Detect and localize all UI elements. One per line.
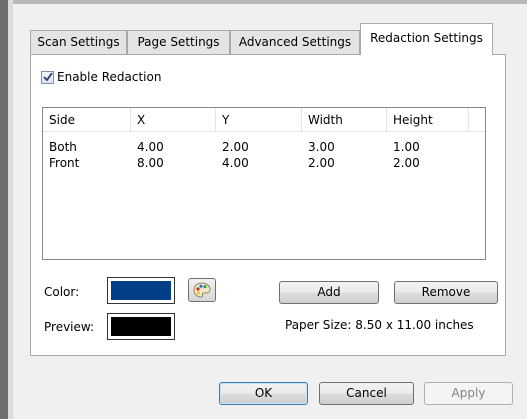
color-swatch-button[interactable] <box>107 277 175 304</box>
cell-y: 4.00 <box>222 156 249 170</box>
color-swatch <box>111 281 171 300</box>
table-row[interactable]: Both 4.00 2.00 3.00 1.00 <box>43 139 485 155</box>
cell-y: 2.00 <box>222 140 249 154</box>
enable-redaction-checkbox[interactable]: Enable Redaction <box>41 69 161 85</box>
enable-redaction-label: Enable Redaction <box>57 70 162 84</box>
checkbox-box[interactable] <box>41 70 54 84</box>
palette-icon <box>193 282 211 298</box>
cancel-button[interactable]: Cancel <box>319 382 414 405</box>
color-label: Color: <box>44 285 80 299</box>
list-header: Side X Y Width Height <box>43 108 485 132</box>
cell-side: Front <box>49 156 80 170</box>
column-header-width[interactable]: Width <box>302 108 387 132</box>
preview-swatch <box>111 317 171 336</box>
checkmark-icon <box>42 72 53 82</box>
paper-size-text: Paper Size: 8.50 x 11.00 inches <box>285 318 474 332</box>
column-header-height[interactable]: Height <box>387 108 469 132</box>
cell-height: 1.00 <box>393 140 420 154</box>
tab-scan-settings[interactable]: Scan Settings <box>30 30 127 54</box>
color-picker-button[interactable] <box>188 278 216 302</box>
tab-advanced-settings[interactable]: Advanced Settings <box>230 30 360 54</box>
apply-button[interactable]: Apply <box>424 382 513 405</box>
tab-page-settings[interactable]: Page Settings <box>127 30 230 54</box>
tab-redaction-settings[interactable]: Redaction Settings <box>360 23 493 55</box>
parent-window-edge <box>0 0 8 419</box>
cell-width: 2.00 <box>308 156 335 170</box>
preview-label: Preview: <box>44 320 95 334</box>
cell-x: 4.00 <box>137 140 164 154</box>
column-header-x[interactable]: X <box>131 108 216 132</box>
cell-side: Both <box>49 140 77 154</box>
ok-button[interactable]: OK <box>219 382 308 405</box>
cell-width: 3.00 <box>308 140 335 154</box>
add-button[interactable]: Add <box>279 281 379 304</box>
cell-x: 8.00 <box>137 156 164 170</box>
column-header-side[interactable]: Side <box>43 108 131 132</box>
table-row[interactable]: Front 8.00 4.00 2.00 2.00 <box>43 155 485 171</box>
remove-button[interactable]: Remove <box>394 281 498 304</box>
preview-swatch-frame <box>107 313 175 340</box>
redaction-areas-list[interactable]: Side X Y Width Height Both 4.00 2.00 3.0… <box>42 107 486 260</box>
column-header-y[interactable]: Y <box>216 108 302 132</box>
cell-height: 2.00 <box>393 156 420 170</box>
